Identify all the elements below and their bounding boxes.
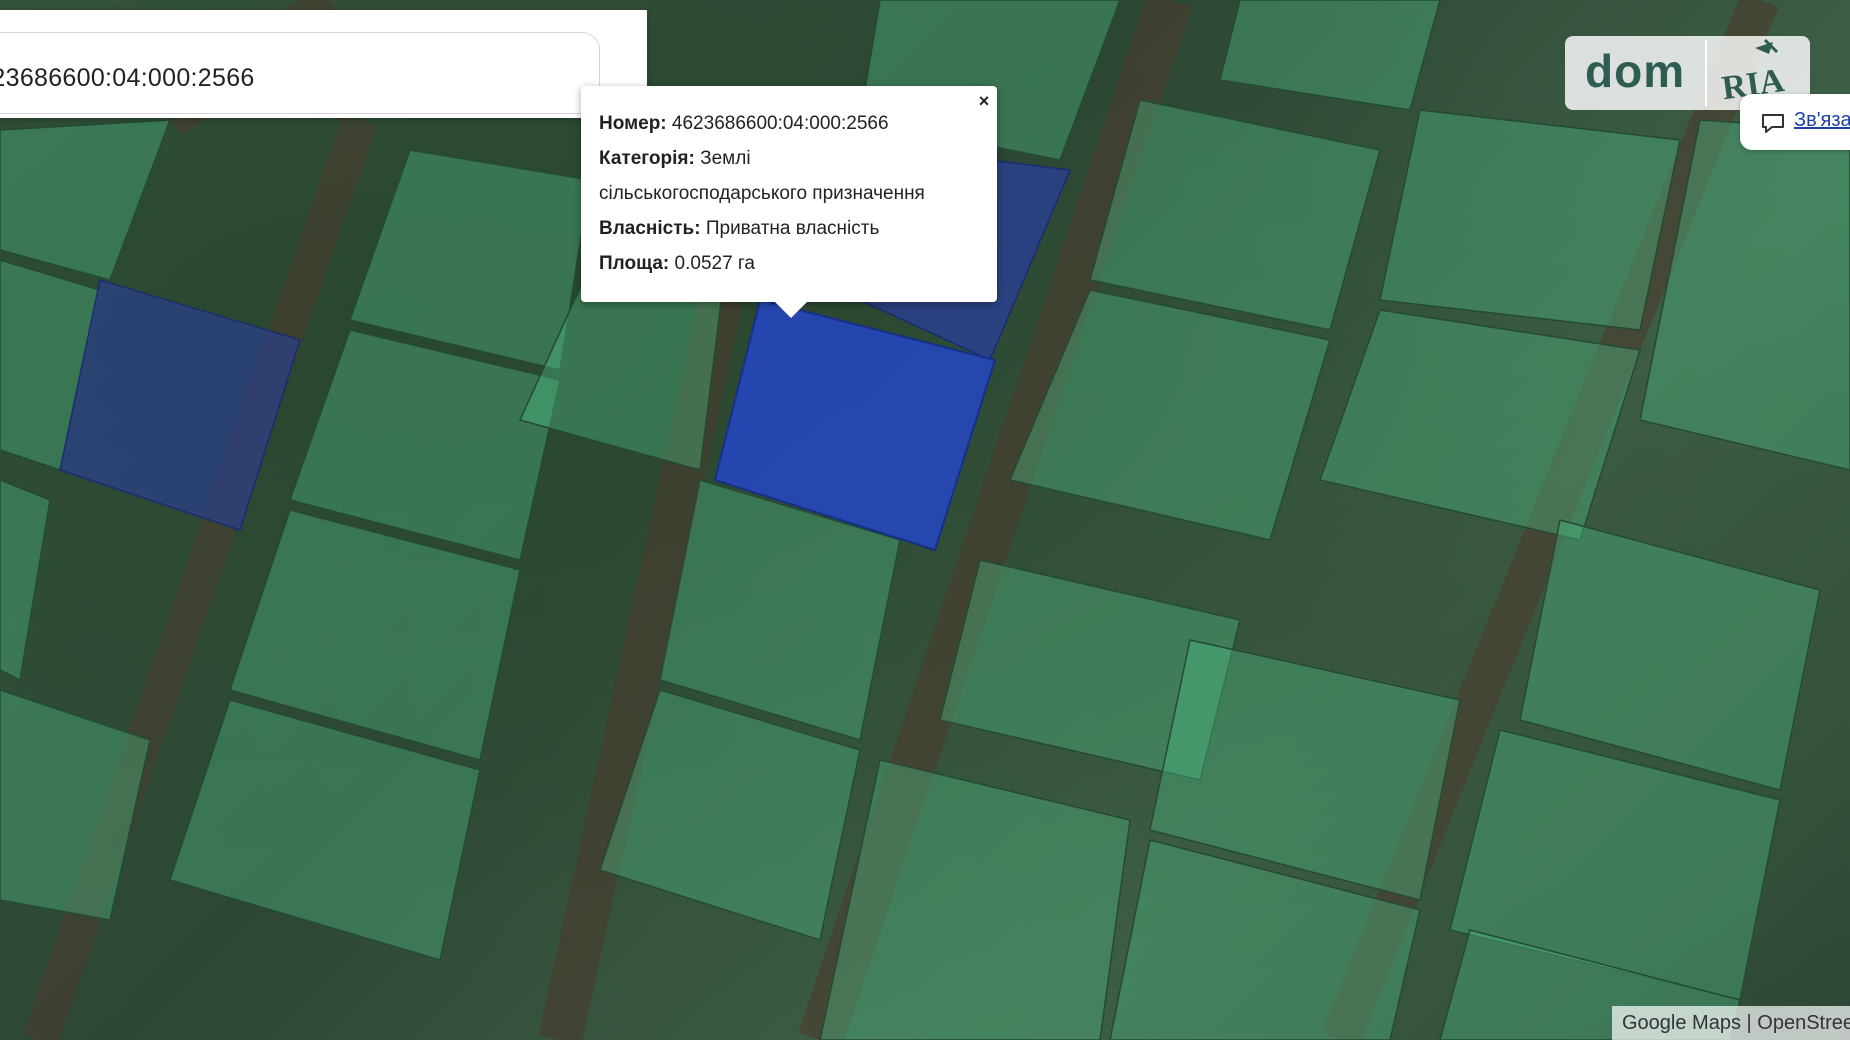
map-attribution[interactable]: Google Maps | OpenStreetMap	[1612, 1006, 1850, 1040]
popup-label: Площа:	[599, 253, 670, 274]
popup-row-category-cont: сільськогосподарського призначення	[599, 176, 979, 211]
popup-label: Власність:	[599, 218, 701, 239]
popup-row-number: Номер: 4623686600:04:000:2566	[599, 106, 979, 141]
close-icon[interactable]: ×	[973, 90, 995, 112]
popup-value: сільськогосподарського призначення	[599, 183, 925, 204]
logo-divider	[1705, 40, 1707, 106]
popup-value: Приватна власність	[705, 218, 880, 239]
popup-value: Землі	[700, 148, 751, 169]
land-parcel[interactable]	[1319, 309, 1641, 541]
popup-row-category: Категорія: Землі	[599, 141, 979, 176]
chat-bubble-icon	[1762, 114, 1784, 133]
logo-dom-text: dom	[1585, 45, 1686, 97]
land-parcel[interactable]	[0, 479, 51, 682]
land-parcel[interactable]	[819, 759, 1131, 1040]
cadastral-search-input[interactable]	[0, 63, 565, 94]
land-parcel[interactable]	[0, 119, 172, 281]
popup-row-area: Площа: 0.0527 га	[599, 246, 979, 281]
popup-label: Номер:	[599, 113, 667, 134]
popup-value: 4623686600:04:000:2566	[671, 113, 889, 134]
popup-value: 0.0527 га	[674, 253, 756, 274]
popup-row-ownership: Власність: Приватна власність	[599, 211, 979, 246]
parcel-info-popup: × Номер: 4623686600:04:000:2566 Категорі…	[581, 86, 997, 302]
search-panel	[0, 10, 647, 118]
land-parcel[interactable]	[1219, 0, 1441, 111]
contact-label: Зв'язатися	[1794, 109, 1850, 131]
highlighted-parcel[interactable]	[59, 279, 301, 531]
popup-pointer	[775, 302, 807, 318]
popup-label: Категорія:	[599, 148, 695, 169]
search-field-frame	[0, 32, 600, 114]
land-parcel[interactable]	[349, 149, 591, 371]
land-parcel[interactable]	[0, 689, 151, 921]
contact-button[interactable]: Зв'язатися	[1740, 94, 1850, 150]
land-parcel[interactable]	[1379, 109, 1681, 331]
land-parcel[interactable]	[1089, 99, 1381, 331]
